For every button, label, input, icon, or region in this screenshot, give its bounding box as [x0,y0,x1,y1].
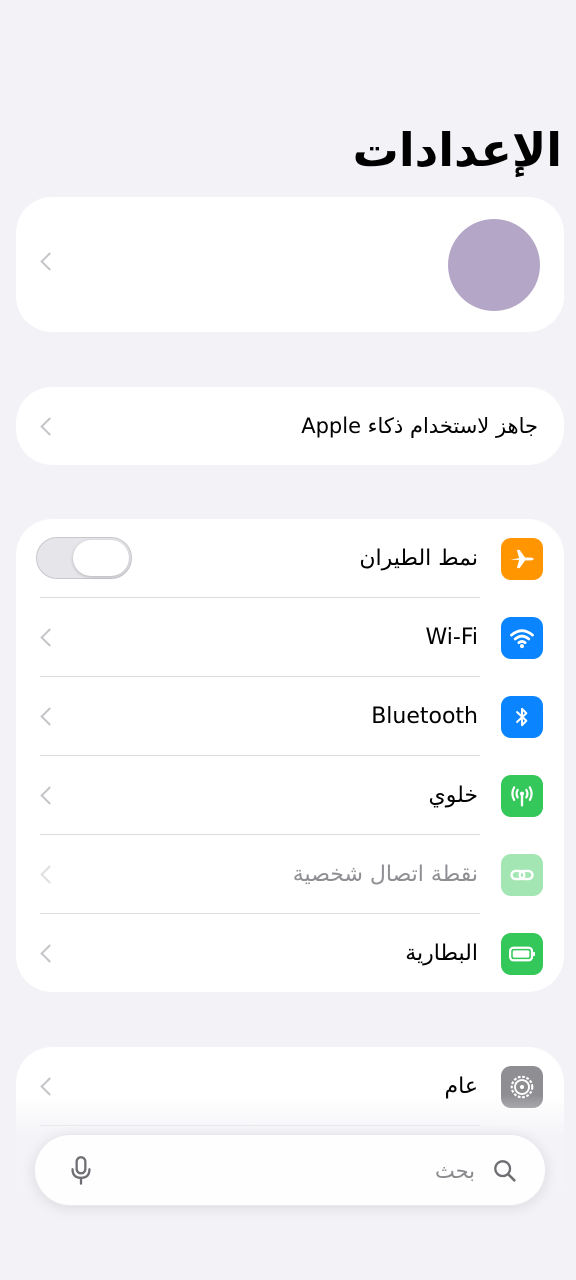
toggle-knob [73,540,129,576]
cellular-label: خلوي [428,783,478,808]
search-bar[interactable]: بحث [34,1134,546,1206]
microphone-icon[interactable] [67,1155,95,1191]
connectivity-group: نمط الطيران Wi-Fi Bluetooth خلوي نقطة ات… [16,519,564,992]
settings-row-bluetooth[interactable]: Bluetooth [16,677,564,756]
settings-row-battery[interactable]: البطارية [16,914,564,992]
hotspot-icon [501,854,543,896]
personal-hotspot-label: نقطة اتصال شخصية [292,862,478,887]
bluetooth-label: Bluetooth [371,704,478,729]
settings-row-cellular[interactable]: خلوي [16,756,564,835]
profile-card[interactable] [16,197,564,332]
chevron-left-icon [40,786,59,805]
wifi-icon [501,617,543,659]
battery-icon [501,933,543,975]
chevron-left-icon [40,944,59,963]
airplane-icon [501,538,543,580]
chevron-left-icon [40,628,59,647]
search-input[interactable]: بحث [435,1135,475,1207]
settings-row-airplane-mode: نمط الطيران [16,519,564,598]
chevron-left-icon [40,1077,59,1096]
magnifier-icon [491,1157,519,1189]
avatar [448,219,540,311]
battery-label: البطارية [405,941,478,966]
chevron-left-icon [40,252,59,271]
cellular-icon [501,775,543,817]
chevron-left-icon [40,417,59,436]
apple-intelligence-label: جاهز لاستخدام ذكاء Apple [301,414,538,438]
airplane-mode-label: نمط الطيران [359,546,478,571]
settings-row-personal-hotspot[interactable]: نقطة اتصال شخصية [16,835,564,914]
apple-intelligence-row[interactable]: جاهز لاستخدام ذكاء Apple [16,387,564,465]
chevron-left-icon [40,865,59,884]
page-title: الإعدادات [352,123,562,177]
airplane-mode-toggle[interactable] [36,537,132,579]
bluetooth-icon [501,696,543,738]
settings-row-wifi[interactable]: Wi-Fi [16,598,564,677]
wifi-label: Wi-Fi [425,625,479,650]
chevron-left-icon [40,707,59,726]
